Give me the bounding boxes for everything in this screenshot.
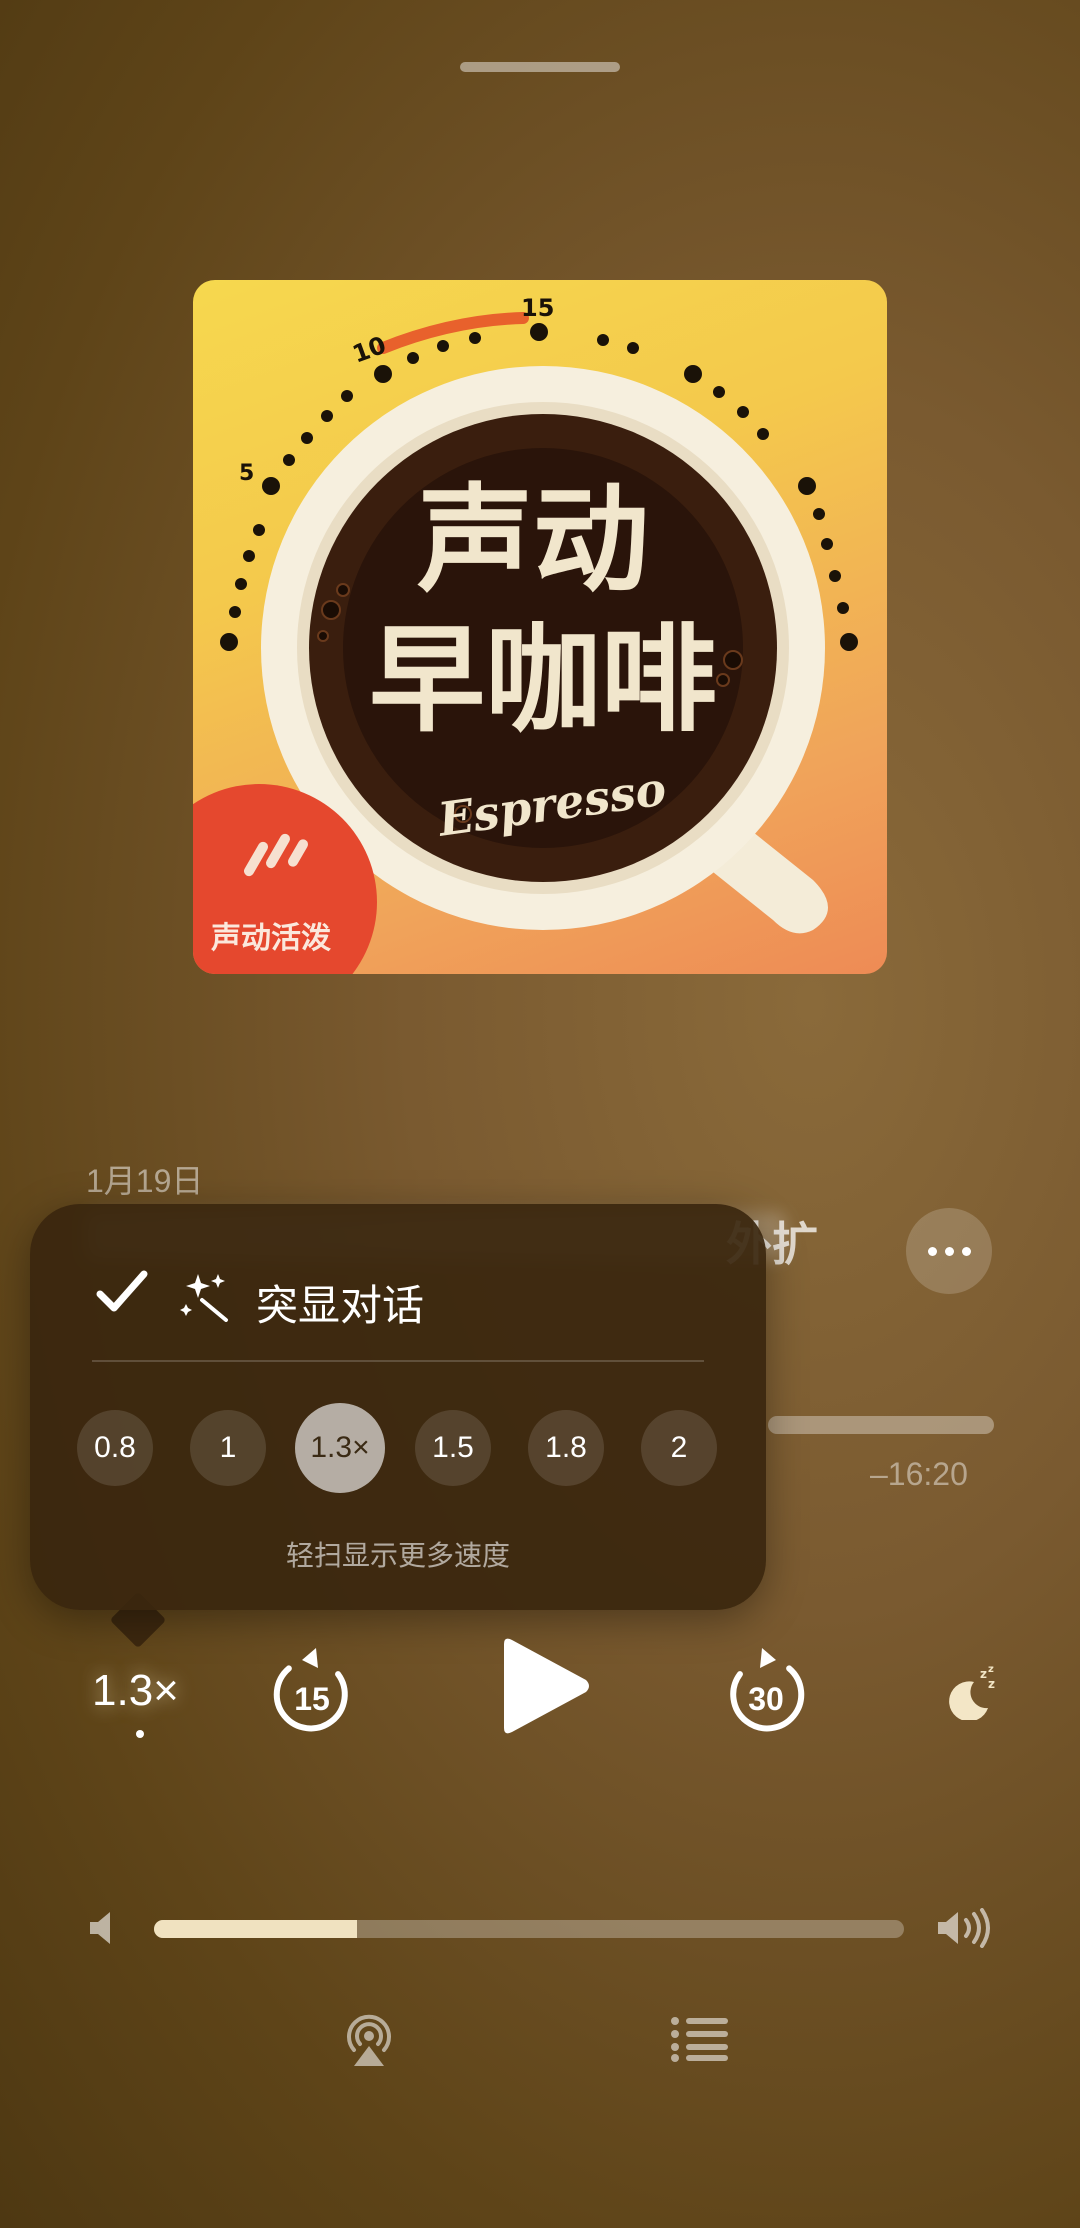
podcast-artwork: 5 10 15 声动 早咖啡 Espresso 声动活泼 <box>193 280 887 974</box>
skip-back-15-button[interactable]: 15 <box>272 1644 352 1734</box>
speed-option-1.3-selected[interactable]: 1.3× <box>295 1403 385 1493</box>
svg-text:z: z <box>980 1667 987 1681</box>
popover-divider <box>92 1360 704 1362</box>
highlight-dialogue-toggle[interactable]: 突显对话 <box>256 1272 424 1333</box>
more-button[interactable] <box>906 1208 992 1294</box>
ellipsis-icon <box>927 1246 971 1256</box>
volume-low-icon <box>90 1912 110 1944</box>
checkmark-icon <box>96 1270 148 1312</box>
play-button[interactable] <box>496 1636 592 1736</box>
speed-option-0.8[interactable]: 0.8 <box>77 1410 153 1486</box>
svg-text:15: 15 <box>294 1681 330 1717</box>
list-icon[interactable] <box>670 2016 730 2062</box>
episode-date: 1月19日 <box>86 1163 204 1199</box>
volume-slider-fill <box>154 1920 357 1938</box>
speed-option-1.5[interactable]: 1.5 <box>415 1410 491 1486</box>
svg-text:声动活泼: 声动活泼 <box>211 921 331 956</box>
airplay-audio-icon[interactable] <box>340 2010 398 2068</box>
skip-forward-30-button[interactable]: 30 <box>726 1644 806 1734</box>
moon-zzz-icon[interactable]: z z z <box>944 1664 1000 1720</box>
svg-text:10: 10 <box>349 331 390 369</box>
svg-text:15: 15 <box>521 294 554 322</box>
speed-option-2[interactable]: 2 <box>641 1410 717 1486</box>
sheet-grabber[interactable] <box>460 62 620 72</box>
magic-wand-icon <box>180 1274 228 1322</box>
speed-swipe-hint: 轻扫显示更多速度 <box>285 1540 510 1571</box>
artwork-illustration: 5 10 15 声动 早咖啡 Espresso 声动活泼 <box>193 294 858 974</box>
rate-indicator-dot <box>136 1730 144 1738</box>
playback-rate-button[interactable]: 1.3× <box>92 1666 179 1716</box>
svg-text:早咖啡: 早咖啡 <box>369 613 717 748</box>
svg-text:z: z <box>988 1664 994 1675</box>
time-remaining: –16:20 <box>870 1456 968 1492</box>
svg-text:声动: 声动 <box>417 473 649 608</box>
svg-text:5: 5 <box>239 461 254 486</box>
volume-high-icon <box>938 1908 990 1948</box>
playback-progress-bar[interactable] <box>768 1416 994 1434</box>
speed-option-1.8[interactable]: 1.8 <box>528 1410 604 1486</box>
volume-slider[interactable] <box>154 1920 904 1938</box>
svg-text:z: z <box>988 1677 995 1691</box>
svg-text:30: 30 <box>748 1681 784 1717</box>
speed-option-1[interactable]: 1 <box>190 1410 266 1486</box>
